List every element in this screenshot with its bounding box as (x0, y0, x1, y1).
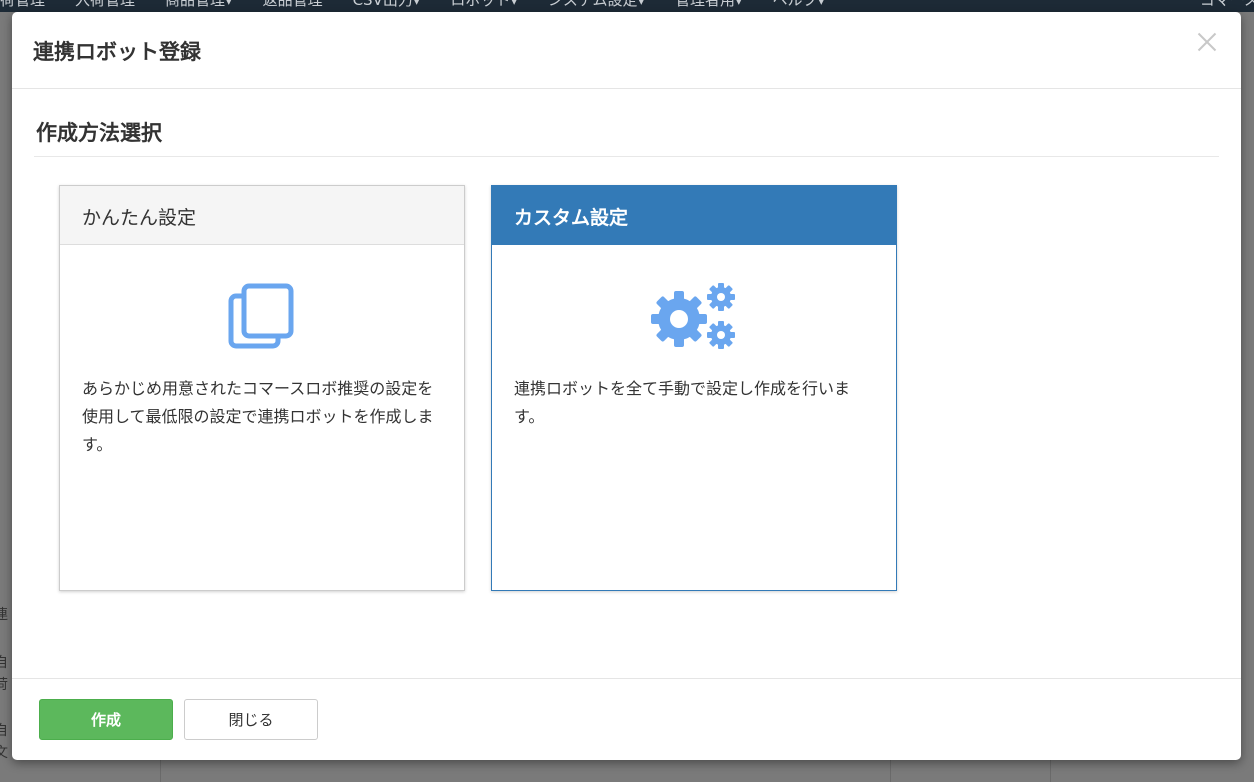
close-icon[interactable] (1195, 30, 1219, 54)
modal-title: 連携ロボット登録 (33, 40, 201, 64)
nav-item: ロボット▾ (450, 0, 518, 9)
card-title: かんたん設定 (60, 186, 464, 245)
background-nav: 荷管理 入荷管理 商品管理▾ 返品管理 CSV出力▾ ロボット▾ システム設定▾… (0, 0, 1254, 12)
bg-text: 文 (0, 745, 8, 761)
copy-icon (60, 282, 464, 352)
card-title: カスタム設定 (492, 186, 896, 245)
card-description: 連携ロボットを全て手動で設定し作成を行います。 (514, 379, 851, 426)
nav-item: 入荷管理 (75, 0, 136, 9)
bg-text: 自 (0, 655, 8, 671)
nav-item: 荷管理 (0, 0, 46, 9)
nav-item: ヘルプ▾ (772, 0, 826, 9)
background-bottom (0, 760, 1254, 782)
gears-icon (492, 282, 896, 352)
card-description: あらかじめ用意されたコマースロボ推奨の設定を使用して最低限の設定で連携ロボットを… (82, 379, 434, 454)
nav-item: CSV出力▾ (352, 0, 421, 9)
bg-text: 自 (0, 723, 8, 739)
section-title: 作成方法選択 (36, 121, 162, 145)
bg-text: 荷 (0, 677, 8, 693)
nav-item: 商品管理▾ (165, 0, 233, 9)
nav-item: 管理者用▾ (675, 0, 743, 9)
background-left-strip: 連 自 荷 自 文 (0, 12, 12, 782)
background-right-strip (1241, 12, 1254, 782)
bg-text: 連 (0, 607, 8, 623)
section-divider (34, 156, 1219, 157)
create-button[interactable]: 作成 (39, 699, 173, 740)
nav-item: システム設定▾ (547, 0, 645, 9)
close-button[interactable]: 閉じる (184, 699, 318, 740)
easy-setup-card[interactable]: かんたん設定 あらかじめ用意されたコマースロボ推奨の設定を使用して最低限の設定で… (59, 185, 465, 591)
modal-body: 作成方法選択 かんたん設定 あらかじめ用意されたコマースロボ推奨の設定を使用して… (12, 89, 1241, 677)
modal-header: 連携ロボット登録 (12, 12, 1241, 89)
custom-setup-card[interactable]: カスタム設定 連携ロボットを全て手動で設定し作成を行います。 (491, 185, 897, 591)
nav-right-label: コマースロ (1199, 0, 1254, 9)
modal-footer: 作成 閉じる (12, 678, 1241, 760)
register-robot-modal: 連携ロボット登録 作成方法選択 かんたん設定 あらかじめ用意されたコマースロボ推… (12, 12, 1241, 760)
nav-item: 返品管理 (262, 0, 323, 9)
